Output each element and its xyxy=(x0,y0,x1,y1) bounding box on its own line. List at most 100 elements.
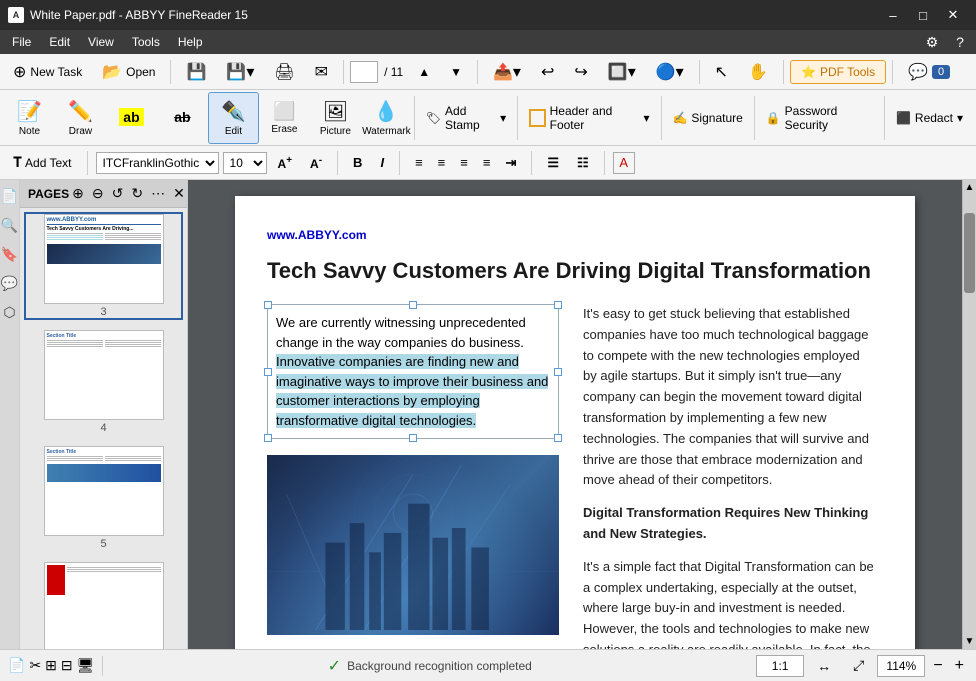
search-panel-icon[interactable]: 🔍 xyxy=(0,213,20,238)
right-p2: It's a simple fact that Digital Transfor… xyxy=(583,557,875,649)
export-button[interactable]: 📤▾ xyxy=(484,58,530,86)
text-normal: We are currently witnessing unprecedente… xyxy=(276,315,526,350)
status-split-icon[interactable]: ⊞ xyxy=(45,657,57,674)
indent-button[interactable]: ⇥ xyxy=(498,152,523,174)
sidebar-add-icon[interactable]: ⊕ xyxy=(69,184,87,203)
menu-view[interactable]: View xyxy=(80,33,122,51)
redact-button[interactable]: ⬛ Redact ▾ xyxy=(887,98,972,138)
italic-button[interactable]: I xyxy=(373,152,391,173)
pdf-tools-button[interactable]: ⭐ PDF Tools xyxy=(790,60,886,84)
text-edit-box[interactable]: We are currently witnessing unprecedente… xyxy=(267,304,559,439)
page-thumb-6[interactable]: 6 xyxy=(24,560,183,649)
new-task-button[interactable]: ⊕ New Task xyxy=(4,58,91,86)
signature-button[interactable]: ✍ Signature xyxy=(663,98,751,138)
zoom-out-button[interactable]: − xyxy=(929,657,946,675)
fit-page-button[interactable]: ⤢ xyxy=(844,653,873,678)
text-color-button[interactable]: A xyxy=(613,152,635,174)
menu-tools[interactable]: Tools xyxy=(124,33,168,51)
header-footer-button[interactable]: Header and Footer ▾ xyxy=(520,98,658,138)
vertical-scrollbar[interactable]: ▲ ▼ xyxy=(962,180,976,649)
align-right-button[interactable]: ≡ xyxy=(453,152,475,174)
text-highlight-tool2[interactable]: ab xyxy=(157,92,208,144)
print-button[interactable]: 🖨 xyxy=(265,58,303,86)
resize-handle-br[interactable] xyxy=(554,434,562,442)
ordered-list-button[interactable]: ☷ xyxy=(570,152,596,174)
resize-handle-bc[interactable] xyxy=(409,434,417,442)
help-icon[interactable]: ? xyxy=(948,30,972,54)
layers-panel-icon[interactable]: ⬡ xyxy=(1,300,17,325)
decrease-font-button[interactable]: A- xyxy=(303,152,329,174)
settings-icon[interactable]: ⚙ xyxy=(920,30,944,54)
status-page-icon[interactable]: 📄 xyxy=(8,657,25,674)
sidebar-close-icon[interactable]: ✕ xyxy=(170,184,188,203)
fit-width-button[interactable]: ↔ xyxy=(808,654,840,678)
watermark-tool[interactable]: 💧 Watermark xyxy=(361,92,412,144)
increase-font-button[interactable]: A+ xyxy=(271,152,300,174)
add-stamp-button[interactable]: 🏷 Add Stamp ▾ xyxy=(417,98,515,138)
resize-handle-tc[interactable] xyxy=(409,301,417,309)
page-down-button[interactable]: ▼ xyxy=(441,61,471,83)
scrollbar-thumb[interactable] xyxy=(964,213,975,293)
comment-button[interactable]: 💬 0 xyxy=(899,58,959,86)
page-number-input[interactable]: 3 xyxy=(350,61,378,83)
close-button[interactable]: ✕ xyxy=(938,0,968,30)
sidebar-rotate-left-icon[interactable]: ↺ xyxy=(109,184,127,203)
redo-button[interactable]: ↩ xyxy=(532,58,563,86)
select-button[interactable]: ↖ xyxy=(706,58,737,86)
undo-button[interactable]: ↪ xyxy=(565,58,596,86)
page-thumb-5[interactable]: Section Title 5 xyxy=(24,444,183,552)
font-select[interactable]: ITCFranklinGothic xyxy=(96,152,219,174)
list-button[interactable]: ☰ xyxy=(540,152,566,174)
menu-edit[interactable]: Edit xyxy=(41,33,78,51)
minimize-button[interactable]: – xyxy=(878,0,908,30)
sidebar-more-icon[interactable]: ⋯ xyxy=(148,184,168,203)
separator3 xyxy=(477,60,478,84)
resize-handle-ml[interactable] xyxy=(264,368,272,376)
edit-tool[interactable]: ✒️ Edit xyxy=(208,92,259,144)
status-cut-icon[interactable]: ✂ xyxy=(29,657,41,674)
header-dropdown-icon: ▾ xyxy=(644,111,650,125)
note-tool[interactable]: 📝 Note xyxy=(4,92,55,144)
align-center-button[interactable]: ≡ xyxy=(431,152,453,174)
zoom-in-button[interactable]: + xyxy=(951,657,968,675)
save-as-button[interactable]: 💾▾ xyxy=(217,58,263,86)
text-highlight-tool1[interactable]: ab xyxy=(106,92,157,144)
draw-tool[interactable]: ✏️ Draw xyxy=(55,92,106,144)
align-left-button[interactable]: ≡ xyxy=(408,152,430,174)
annotations-panel-icon[interactable]: 💬 xyxy=(0,271,20,296)
picture-tool[interactable]: 🖼 Picture xyxy=(310,92,361,144)
menu-file[interactable]: File xyxy=(4,33,39,51)
save-button[interactable]: 💾 xyxy=(177,58,215,86)
password-security-button[interactable]: 🔒 Password Security xyxy=(757,98,882,138)
page-thumb-4[interactable]: Section Title 4 xyxy=(24,328,183,436)
page-thumb-3[interactable]: www.ABBYY.com Tech Savvy Customers Are D… xyxy=(24,212,183,320)
pages-panel-icon[interactable]: 📄 xyxy=(0,184,20,209)
page-up-button[interactable]: ▲ xyxy=(409,61,439,83)
toolbar-annotation: 📝 Note ✏️ Draw ab ab ✒️ Edit ⬜ Erase 🖼 P… xyxy=(0,90,976,146)
email-button[interactable]: ✉ xyxy=(306,58,337,86)
stamp2-button[interactable]: 🔵▾ xyxy=(647,58,693,86)
resize-handle-mr[interactable] xyxy=(554,368,562,376)
add-text-button[interactable]: 𝐓 Add Text xyxy=(6,151,79,174)
document-area[interactable]: www.ABBYY.com Tech Savvy Customers Are D… xyxy=(188,180,962,649)
font-size-select[interactable]: 10 xyxy=(223,152,267,174)
status-merge-icon[interactable]: ⊟ xyxy=(61,657,73,674)
menu-help[interactable]: Help xyxy=(170,33,211,51)
resize-handle-tl[interactable] xyxy=(264,301,272,309)
separator6 xyxy=(892,60,893,84)
align-justify-button[interactable]: ≡ xyxy=(476,152,498,174)
sidebar-rotate-right-icon[interactable]: ↻ xyxy=(128,184,146,203)
maximize-button[interactable]: □ xyxy=(908,0,938,30)
open-button[interactable]: 📂 Open xyxy=(93,58,164,86)
scroll-down-arrow[interactable]: ▼ xyxy=(963,636,976,649)
scroll-up-arrow[interactable]: ▲ xyxy=(963,180,976,193)
scan-button[interactable]: 🔲▾ xyxy=(599,58,645,86)
hand-button[interactable]: ✋ xyxy=(739,58,777,86)
erase-tool[interactable]: ⬜ Erase xyxy=(259,92,310,144)
resize-handle-bl[interactable] xyxy=(264,434,272,442)
sidebar-remove-icon[interactable]: ⊖ xyxy=(89,184,107,203)
bookmark-panel-icon[interactable]: 🔖 xyxy=(0,242,20,267)
bold-button[interactable]: B xyxy=(346,152,369,173)
resize-handle-tr[interactable] xyxy=(554,301,562,309)
status-monitor-icon[interactable]: 🖥 xyxy=(77,657,95,674)
